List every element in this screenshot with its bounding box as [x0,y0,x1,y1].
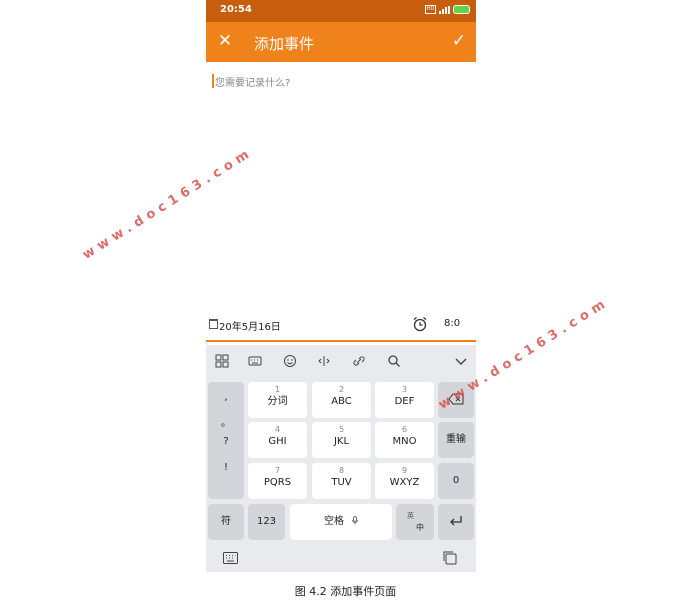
confirm-icon[interactable]: ✓ [450,32,468,50]
key-label: TUV [331,477,352,488]
alarm-time[interactable]: 8:0 [444,318,460,329]
enter-icon [450,516,462,526]
status-bar: 20:54 HD [206,0,476,22]
key-number: 7 [274,466,281,475]
key-7[interactable]: 7 PQRS [248,463,307,499]
keyboard-icon[interactable] [248,354,262,368]
key-label: WXYZ [389,477,420,488]
key-label: DEF [394,396,415,407]
collapse-icon[interactable] [454,354,468,368]
search-icon[interactable] [387,354,401,368]
key-6[interactable]: 6 MNO [375,422,434,458]
text-caret [212,74,214,88]
event-input-placeholder: 您需要记录什么? [215,78,291,89]
reenter-button[interactable]: 重输 [438,422,474,458]
microphone-icon [352,516,359,525]
calendar-icon[interactable] [209,319,218,329]
symbols-button[interactable]: 符 [208,504,244,540]
alarm-clock-icon[interactable] [412,316,428,332]
key-number: 6 [401,425,408,434]
key-4[interactable]: 4 GHI [248,422,307,458]
status-icons: HD [425,5,470,14]
key-label: JKL [333,436,350,447]
keyboard-bottom-bar [206,545,476,572]
key-0[interactable]: 0 [438,463,474,499]
space-label: 空格 [323,516,344,527]
key-label: GHI [268,436,287,447]
language-switch-button[interactable]: 英 中 [396,504,434,540]
hd-icon: HD [425,5,436,14]
key-number: 9 [401,466,408,475]
emoji-icon[interactable] [283,354,297,368]
key-number: 4 [274,425,281,434]
punct-comma[interactable]: , [208,390,244,406]
numbers-button[interactable]: 123 [248,504,285,540]
key-number: 1 [274,385,281,394]
key-label: 分词 [267,396,288,407]
lang-chinese: 中 [416,523,424,532]
app-toolbar: ✕ 添加事件 ✓ [206,22,476,62]
keyboard-switch-icon[interactable] [223,552,238,564]
zero-label: 0 [452,475,460,486]
key-number: 8 [338,466,345,475]
phone-screen: 20:54 HD ✕ 添加事件 ✓ 您需要记录什么? 20年5月16日 8:0 [206,0,476,572]
reenter-label: 重输 [446,434,466,445]
key-3[interactable]: 3 DEF [375,382,434,418]
cursor-icon[interactable] [317,354,331,368]
grid-icon[interactable] [215,354,229,368]
close-icon[interactable]: ✕ [216,32,234,50]
key-number: 5 [338,425,345,434]
event-date[interactable]: 20年5月16日 [219,318,281,333]
key-9[interactable]: 9 WXYZ [375,463,434,499]
ime-keyboard: , 。 ? ! 1 分词 2 ABC 3 DEF 4 GHI 5 JKL 6 MNO 重输 … [206,345,476,572]
punct-period[interactable]: 。 [208,416,244,432]
keyboard-toolbar [206,345,476,379]
key-8[interactable]: 8 TUV [312,463,371,499]
clipboard-link-icon[interactable] [352,354,366,368]
signal-icon [439,5,450,14]
event-meta-row: 20年5月16日 8:0 [206,314,476,338]
key-1[interactable]: 1 分词 [248,382,307,418]
punctuation-column[interactable]: , 。 ? ! [208,382,244,499]
space-button[interactable]: 空格 [290,504,392,540]
key-label: ABC [331,396,352,407]
key-2[interactable]: 2 ABC [312,382,371,418]
battery-icon [453,5,470,14]
key-label: MNO [392,436,417,447]
punct-question[interactable]: ? [208,434,244,450]
enter-button[interactable] [438,504,474,540]
page-title: 添加事件 [254,35,315,53]
key-label: PQRS [263,477,292,488]
numbers-label: 123 [256,516,277,527]
key-number: 2 [338,385,345,394]
event-text-input[interactable]: 您需要记录什么? [212,72,470,92]
punct-exclaim[interactable]: ! [208,460,244,476]
lang-english: 英 [407,512,414,520]
key-5[interactable]: 5 JKL [312,422,371,458]
clipboard-icon[interactable] [443,551,457,565]
key-number: 3 [401,385,408,394]
status-time: 20:54 [220,4,252,15]
figure-caption: 图 4.2 添加事件页面 [294,585,397,598]
divider-line [206,340,476,342]
symbols-label: 符 [221,516,231,527]
